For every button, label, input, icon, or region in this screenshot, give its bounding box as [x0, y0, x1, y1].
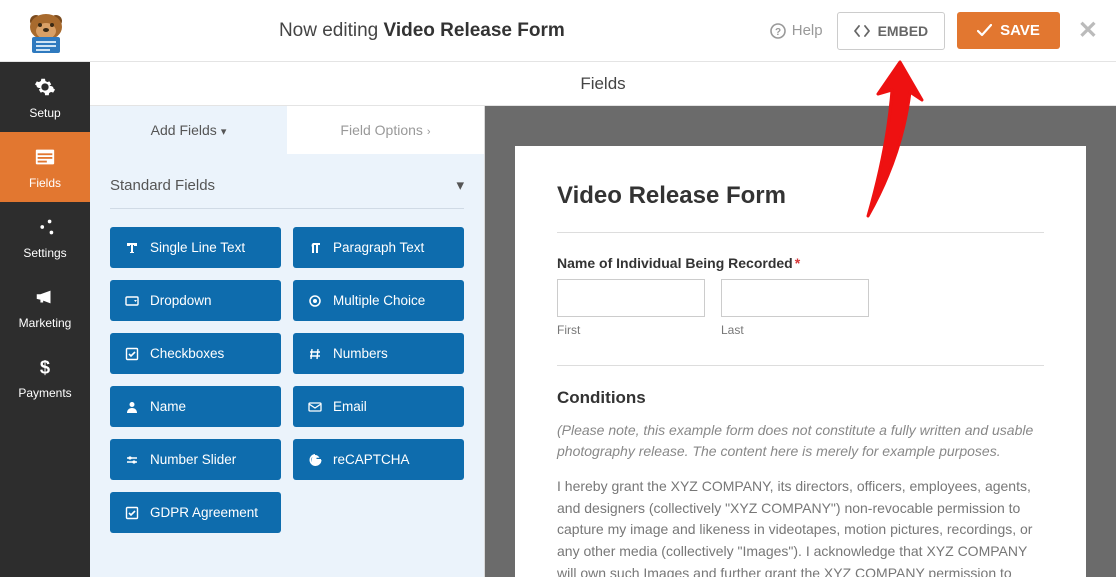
- divider: [557, 232, 1044, 233]
- form-preview-area: Video Release Form Name of Individual Be…: [485, 62, 1116, 577]
- save-button[interactable]: SAVE: [957, 12, 1060, 49]
- nav-marketing[interactable]: Marketing: [0, 272, 90, 342]
- nav-fields-label: Fields: [29, 176, 61, 190]
- user-icon: [124, 400, 140, 414]
- field-single-line-text[interactable]: Single Line Text: [110, 227, 281, 268]
- wpforms-logo: [18, 7, 74, 55]
- embed-label: EMBED: [878, 23, 929, 39]
- dropdown-icon: [124, 294, 140, 308]
- field-checkboxes[interactable]: Checkboxes: [110, 333, 281, 374]
- help-icon: ?: [770, 23, 786, 39]
- gear-icon: [4, 76, 86, 102]
- close-button[interactable]: ✕: [1078, 16, 1098, 45]
- field-name[interactable]: Name: [110, 386, 281, 427]
- field-paragraph-text[interactable]: Paragraph Text: [293, 227, 464, 268]
- conditions-body: I hereby grant the XYZ COMPANY, its dire…: [557, 476, 1044, 577]
- dollar-icon: $: [4, 356, 86, 382]
- form-title: Video Release Form: [557, 182, 1044, 210]
- conditions-title: Conditions: [557, 388, 1044, 408]
- tab-add-fields[interactable]: Add Fields▾: [90, 106, 287, 154]
- last-name-input[interactable]: [721, 279, 869, 317]
- hash-icon: [307, 347, 323, 361]
- nav-setup[interactable]: Setup: [0, 62, 90, 132]
- last-sublabel: Last: [721, 323, 869, 337]
- side-nav: Setup Fields Settings Marketing $ Paymen…: [0, 62, 90, 577]
- first-sublabel: First: [557, 323, 705, 337]
- conditions-note: (Please note, this example form does not…: [557, 420, 1044, 462]
- preview-inner: Video Release Form Name of Individual Be…: [485, 106, 1116, 577]
- body: Setup Fields Settings Marketing $ Paymen…: [0, 62, 1116, 577]
- help-link[interactable]: ? Help: [770, 22, 823, 39]
- field-numbers[interactable]: Numbers: [293, 333, 464, 374]
- svg-text:?: ?: [775, 27, 781, 38]
- embed-icon: [854, 24, 870, 38]
- field-email[interactable]: Email: [293, 386, 464, 427]
- field-buttons-grid: Single Line Text Paragraph Text Dropdown…: [110, 227, 464, 533]
- chevron-right-icon: ›: [427, 126, 431, 138]
- standard-fields-section: Standard Fields ▾ Single Line Text Parag…: [90, 154, 484, 549]
- divider: [557, 365, 1044, 366]
- embed-button[interactable]: EMBED: [837, 12, 946, 50]
- sliders-icon: [4, 216, 86, 242]
- form-card[interactable]: Video Release Form Name of Individual Be…: [515, 146, 1086, 577]
- google-icon: [307, 453, 323, 467]
- nav-setup-label: Setup: [29, 106, 60, 120]
- name-sublabels: First Last: [557, 323, 1044, 337]
- field-multiple-choice[interactable]: Multiple Choice: [293, 280, 464, 321]
- nav-payments[interactable]: $ Payments: [0, 342, 90, 412]
- checkbox-icon: [124, 347, 140, 361]
- svg-text:$: $: [40, 356, 50, 377]
- required-asterisk: *: [795, 255, 800, 271]
- list-icon: [4, 146, 86, 172]
- field-dropdown[interactable]: Dropdown: [110, 280, 281, 321]
- bullhorn-icon: [4, 286, 86, 312]
- check-square-icon: [124, 506, 140, 520]
- field-gdpr[interactable]: GDPR Agreement: [110, 492, 281, 533]
- editing-title: Now editing Video Release Form: [74, 20, 770, 42]
- save-label: SAVE: [1000, 22, 1040, 39]
- nav-marketing-label: Marketing: [19, 316, 72, 330]
- check-icon: [977, 24, 992, 37]
- first-name-input[interactable]: [557, 279, 705, 317]
- editing-prefix: Now editing: [279, 20, 378, 41]
- panel-tabs: Add Fields▾ Field Options›: [90, 106, 484, 154]
- radio-icon: [307, 294, 323, 308]
- name-field-label: Name of Individual Being Recorded*: [557, 255, 1044, 271]
- nav-payments-label: Payments: [18, 386, 71, 400]
- top-bar: Now editing Video Release Form ? Help EM…: [0, 0, 1116, 62]
- fields-panel: Add Fields▾ Field Options› Standard Fiel…: [90, 62, 485, 577]
- name-inputs: [557, 279, 1044, 317]
- text-icon: [124, 241, 140, 255]
- field-recaptcha[interactable]: reCAPTCHA: [293, 439, 464, 480]
- chevron-down-icon: ▾: [221, 126, 227, 138]
- form-name: Video Release Form: [384, 20, 565, 41]
- panel-header: Fields: [90, 62, 1116, 106]
- nav-fields[interactable]: Fields: [0, 132, 90, 202]
- help-label: Help: [792, 22, 823, 39]
- standard-fields-header[interactable]: Standard Fields ▾: [110, 170, 464, 209]
- chevron-down-icon: ▾: [456, 176, 464, 194]
- paragraph-icon: [307, 241, 323, 255]
- field-number-slider[interactable]: Number Slider: [110, 439, 281, 480]
- slider-icon: [124, 453, 140, 467]
- email-icon: [307, 400, 323, 414]
- nav-settings-label: Settings: [23, 246, 66, 260]
- tab-field-options[interactable]: Field Options›: [287, 106, 484, 154]
- nav-settings[interactable]: Settings: [0, 202, 90, 272]
